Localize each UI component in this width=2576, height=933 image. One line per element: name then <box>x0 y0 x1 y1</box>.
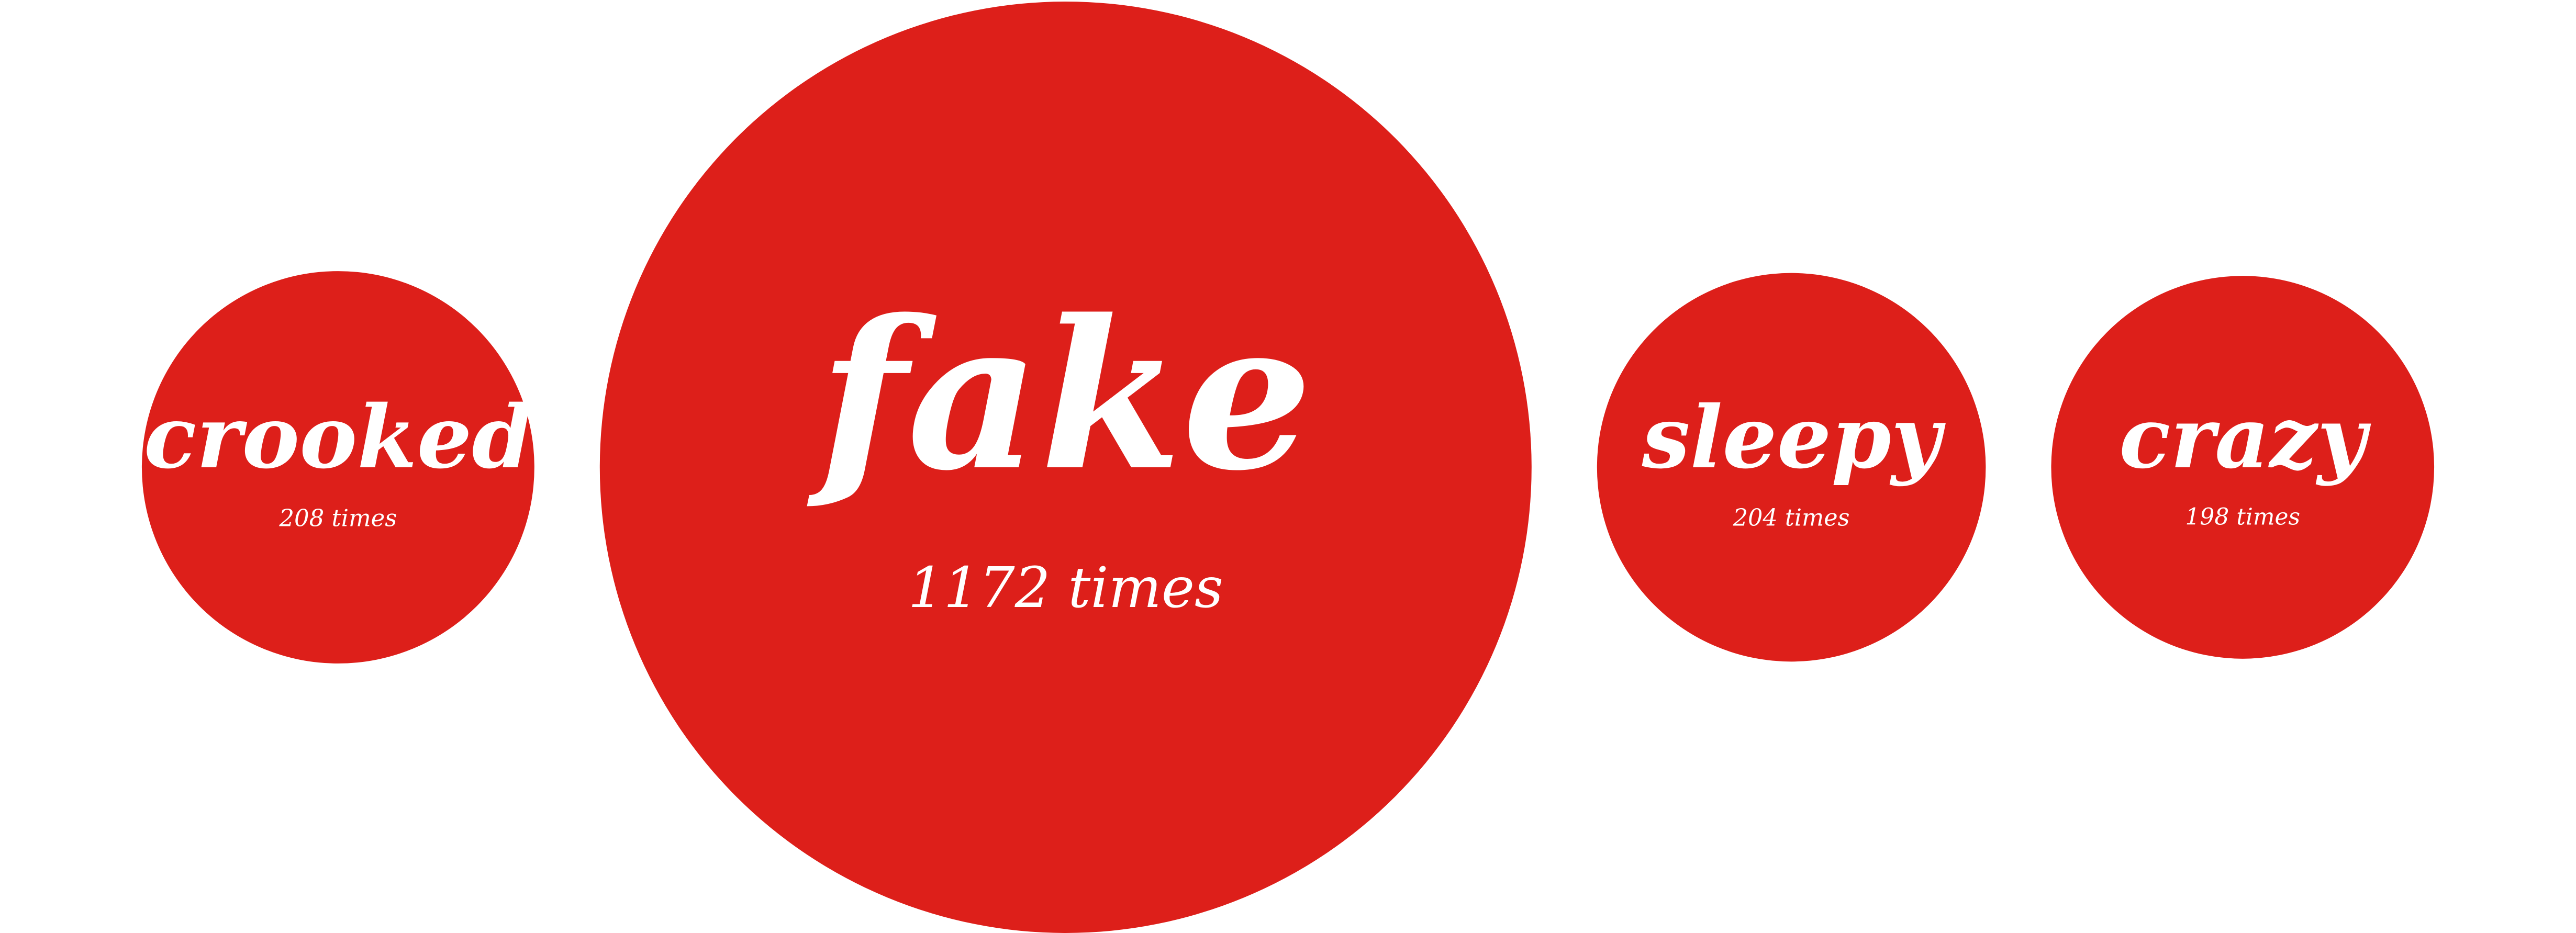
bubble-sleepy: sleepy 204 times <box>1597 273 1986 662</box>
bubble-chart: crooked 208 times fake 1172 times sleepy… <box>141 2 2435 933</box>
word-label-crooked: crooked <box>144 386 532 488</box>
bubble-crooked: crooked 208 times <box>141 271 534 664</box>
count-label-fake: 1172 times <box>908 556 1223 621</box>
word-label-crazy: crazy <box>2119 388 2371 487</box>
bubble-crazy: crazy 198 times <box>2051 276 2435 659</box>
count-label-crazy: 198 times <box>2185 504 2300 531</box>
bubble-fake: fake 1172 times <box>599 2 1532 933</box>
count-label-sleepy: 204 times <box>1733 504 1850 531</box>
word-label-fake: fake <box>806 275 1312 516</box>
word-label-sleepy: sleepy <box>1642 387 1946 488</box>
count-label-crooked: 208 times <box>278 504 397 532</box>
